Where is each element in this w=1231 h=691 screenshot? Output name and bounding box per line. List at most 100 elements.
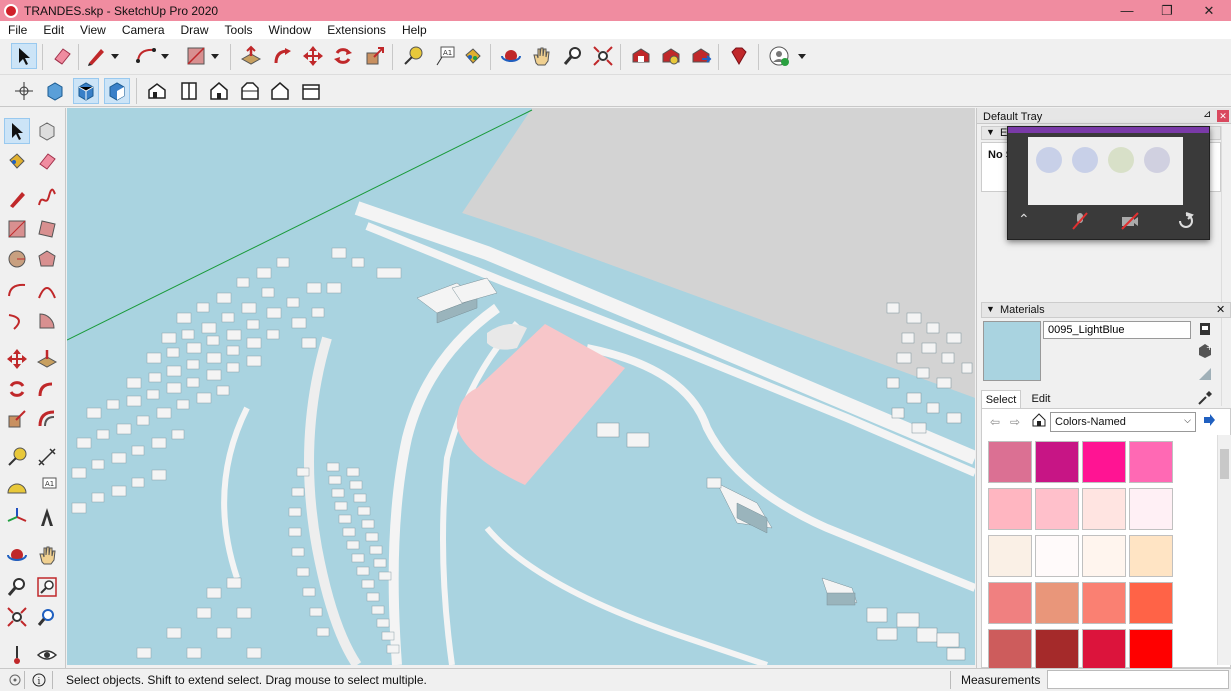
menu-window[interactable]: Window — [261, 23, 320, 37]
line-dropdown-button[interactable] — [108, 43, 122, 69]
move-tool-left[interactable] — [4, 346, 30, 372]
tape-measure-tool-button[interactable] — [400, 43, 426, 69]
material-swatch[interactable] — [988, 629, 1032, 671]
materials-close-icon[interactable]: ✕ — [1216, 303, 1225, 316]
previous-view-tool[interactable] — [34, 604, 60, 630]
text-tool-left[interactable]: A1 — [34, 474, 60, 500]
polygon-tool[interactable] — [34, 246, 60, 272]
menu-edit[interactable]: Edit — [35, 23, 72, 37]
rotate-tool-left[interactable] — [4, 376, 30, 402]
scale-tool-button[interactable] — [362, 43, 388, 69]
material-name-input[interactable] — [1043, 321, 1191, 339]
maximize-button[interactable]: ❐ — [1146, 0, 1188, 21]
create-material-button[interactable]: + — [1197, 342, 1213, 358]
menu-tools[interactable]: Tools — [217, 23, 261, 37]
material-swatch[interactable] — [1035, 582, 1079, 624]
info-icon[interactable]: i — [32, 673, 46, 687]
menu-extensions[interactable]: Extensions — [319, 23, 394, 37]
minimize-button[interactable]: — — [1106, 0, 1148, 21]
paint-bucket-left[interactable] — [4, 148, 30, 174]
axes-button[interactable] — [11, 78, 37, 104]
offset-tool[interactable] — [34, 406, 60, 432]
rotate-tool-button[interactable] — [330, 43, 356, 69]
push-pull-tool-button[interactable] — [238, 43, 264, 69]
position-camera-tool[interactable] — [4, 642, 30, 668]
screen-recorder-overlay[interactable]: ⌃ — [1007, 126, 1210, 240]
zoom-extents-button[interactable] — [590, 43, 616, 69]
pan-tool-left[interactable] — [34, 542, 60, 568]
rectangle-tool-button[interactable] — [183, 43, 209, 69]
menu-help[interactable]: Help — [394, 23, 435, 37]
3d-text-tool[interactable] — [34, 504, 60, 530]
orbit-tool-button[interactable] — [498, 43, 524, 69]
default-material-button[interactable] — [1197, 366, 1213, 382]
orbit-tool-left[interactable] — [4, 542, 30, 568]
pie-tool[interactable] — [34, 308, 60, 334]
eraser-left[interactable] — [34, 148, 60, 174]
zoom-window-tool[interactable] — [34, 574, 60, 600]
select-tool-left[interactable] — [4, 118, 30, 144]
material-swatch[interactable] — [988, 535, 1032, 577]
geo-location-icon[interactable] — [8, 673, 22, 687]
measurements-input[interactable] — [1047, 670, 1229, 689]
xray-button[interactable] — [42, 78, 68, 104]
material-swatch[interactable] — [1082, 488, 1126, 530]
move-tool-button[interactable] — [300, 43, 326, 69]
account-button[interactable] — [766, 43, 792, 69]
top-view-button[interactable] — [176, 78, 202, 104]
material-swatch[interactable] — [1129, 582, 1173, 624]
select-tool-button[interactable] — [11, 43, 37, 69]
camera-muted-icon[interactable] — [1120, 211, 1140, 231]
freehand-tool[interactable] — [34, 186, 60, 212]
shape-dropdown-button[interactable] — [208, 43, 222, 69]
material-swatch[interactable] — [1129, 629, 1173, 671]
material-swatch[interactable] — [1082, 629, 1126, 671]
materials-scrollbar[interactable] — [1217, 435, 1231, 665]
sample-paint-button[interactable] — [1197, 390, 1213, 406]
menu-file[interactable]: File — [0, 23, 35, 37]
scale-tool-left[interactable] — [4, 406, 30, 432]
make-component-tool[interactable] — [34, 118, 60, 144]
details-arrow-icon[interactable] — [1202, 413, 1216, 427]
3-point-arc-tool[interactable] — [4, 308, 30, 334]
scrollbar-thumb[interactable] — [1220, 449, 1229, 479]
expand-icon[interactable] — [1176, 211, 1196, 231]
push-pull-left[interactable] — [34, 346, 60, 372]
materials-panel-header[interactable]: ▼ Materials ✕ — [981, 302, 1231, 318]
rectangle-tool-left[interactable] — [4, 216, 30, 242]
tray-close-icon[interactable]: ✕ — [1217, 110, 1229, 122]
menu-view[interactable]: View — [72, 23, 114, 37]
extension-manager-button[interactable] — [726, 43, 752, 69]
material-swatch[interactable] — [988, 582, 1032, 624]
tray-pin-icon[interactable]: ⊿ — [1203, 109, 1211, 120]
2-point-arc-tool[interactable] — [34, 278, 60, 304]
material-swatch[interactable] — [1035, 441, 1079, 483]
arc-tool-button[interactable] — [133, 43, 159, 69]
model-viewport[interactable] — [67, 108, 975, 665]
tape-measure-left[interactable] — [4, 444, 30, 470]
eraser-tool-button[interactable] — [49, 43, 75, 69]
left-view-button[interactable] — [298, 78, 324, 104]
tab-edit[interactable]: Edit — [1023, 390, 1059, 408]
menu-draw[interactable]: Draw — [173, 23, 217, 37]
microphone-muted-icon[interactable] — [1070, 211, 1090, 231]
circle-tool[interactable] — [4, 246, 30, 272]
line-tool-left[interactable] — [4, 186, 30, 212]
zoom-extents-left[interactable] — [4, 604, 30, 630]
back-arrow-icon[interactable]: ⇦ — [990, 415, 1000, 429]
back-edges-button[interactable] — [73, 78, 99, 104]
line-tool-button[interactable] — [83, 43, 109, 69]
material-swatch[interactable] — [1129, 535, 1173, 577]
account-dropdown-button[interactable] — [795, 43, 809, 69]
material-swatch[interactable] — [1035, 629, 1079, 671]
front-view-button[interactable] — [206, 78, 232, 104]
back-view-button[interactable] — [267, 78, 293, 104]
material-swatch[interactable] — [1035, 535, 1079, 577]
display-secondary-button[interactable] — [1197, 321, 1213, 337]
arc-tool-left[interactable] — [4, 278, 30, 304]
iso-view-button[interactable] — [144, 78, 170, 104]
close-button[interactable]: ✕ — [1188, 0, 1230, 21]
follow-me-tool-button[interactable] — [270, 43, 296, 69]
look-around-tool[interactable] — [34, 642, 60, 668]
shaded-textures-button[interactable] — [104, 78, 130, 104]
